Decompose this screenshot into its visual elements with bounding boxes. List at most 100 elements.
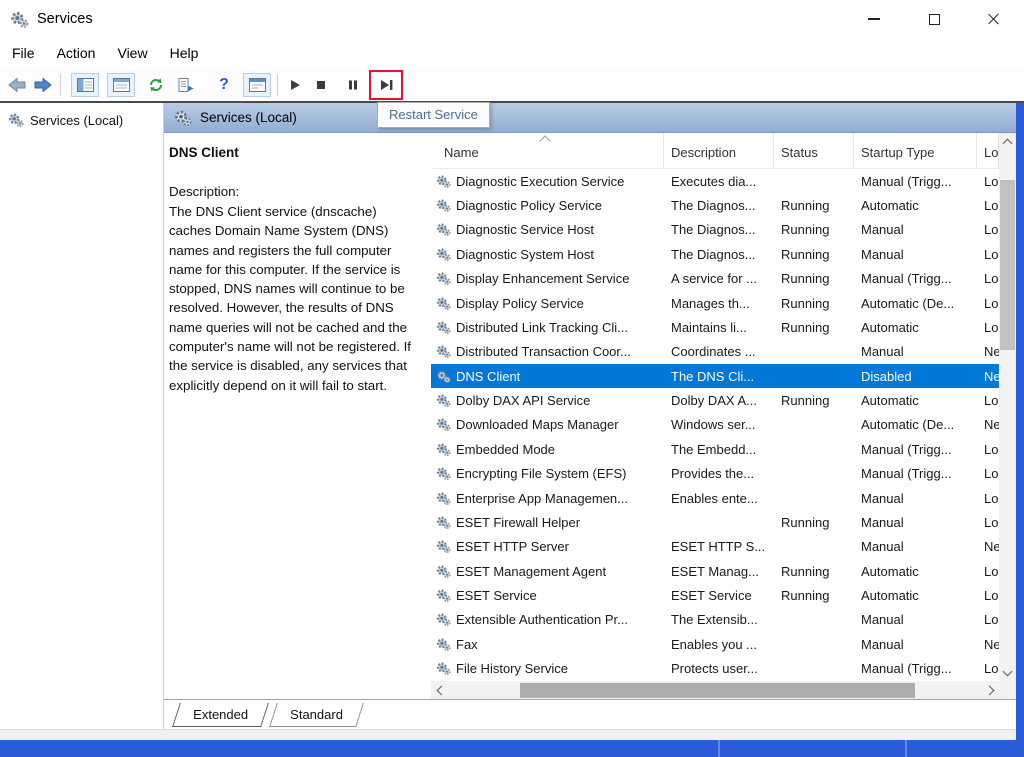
service-row[interactable]: Downloaded Maps Manager Windows ser... A… bbox=[431, 413, 999, 437]
result-pane-body: DNS Client Description: The DNS Client s… bbox=[164, 133, 1016, 699]
service-name: Embedded Mode bbox=[456, 441, 556, 457]
vertical-scroll-track[interactable] bbox=[999, 150, 1016, 664]
show-hide-console-tree-button[interactable] bbox=[71, 72, 99, 97]
service-row[interactable]: Extensible Authentication Pr... The Exte… bbox=[431, 608, 999, 632]
console-tree-icon bbox=[76, 77, 94, 92]
horizontal-scrollbar bbox=[431, 681, 999, 699]
maximize-button[interactable] bbox=[904, 0, 964, 38]
service-row[interactable]: Encrypting File System (EFS) Provides th… bbox=[431, 462, 999, 486]
service-description-cell: The Embedd... bbox=[671, 441, 757, 457]
chevron-up-icon bbox=[1002, 138, 1013, 148]
back-button[interactable] bbox=[4, 73, 30, 97]
column-header[interactable]: Startup Type bbox=[854, 133, 977, 168]
scroll-right-button[interactable] bbox=[982, 682, 999, 699]
column-header[interactable]: Description bbox=[664, 133, 774, 168]
service-description-cell: Executes dia... bbox=[671, 173, 757, 189]
service-startup-type-cell: Automatic bbox=[861, 563, 919, 579]
service-status-cell: Running bbox=[781, 246, 830, 262]
help-button[interactable]: ? bbox=[211, 73, 237, 97]
vertical-scroll-thumb[interactable] bbox=[1000, 180, 1015, 350]
close-button[interactable] bbox=[964, 0, 1024, 38]
service-logon-cell: Lo... bbox=[984, 295, 999, 311]
service-row[interactable]: Display Enhancement Service A service fo… bbox=[431, 267, 999, 291]
service-logon-cell: Lo... bbox=[984, 490, 999, 506]
service-row[interactable]: Diagnostic Execution Service Executes di… bbox=[431, 169, 999, 193]
menu-item[interactable]: View bbox=[117, 45, 147, 61]
description-label: Description: bbox=[169, 184, 240, 199]
service-logon-cell: Lo... bbox=[984, 198, 999, 214]
column-header-row: Name Description Status Startup Type Lo bbox=[431, 133, 999, 169]
selected-service-name: DNS Client bbox=[169, 145, 239, 160]
scroll-up-button[interactable] bbox=[999, 133, 1016, 150]
view-tab[interactable]: Standard bbox=[269, 702, 364, 727]
service-row[interactable]: Distributed Transaction Coor... Coordina… bbox=[431, 340, 999, 364]
stop-service-button[interactable] bbox=[308, 73, 334, 97]
service-row[interactable]: ESET Service ESET Service Running Automa… bbox=[431, 583, 999, 607]
service-status-cell: Running bbox=[781, 563, 830, 579]
service-description-cell: Enables ente... bbox=[671, 490, 758, 506]
service-row[interactable]: Embedded Mode The Embedd... Manual (Trig… bbox=[431, 437, 999, 461]
scroll-down-button[interactable] bbox=[999, 664, 1016, 681]
service-row[interactable]: Fax Enables you ... Manual Ne... bbox=[431, 632, 999, 656]
service-row[interactable]: Enterprise App Managemen... Enables ente… bbox=[431, 486, 999, 510]
service-row[interactable]: Diagnostic System Host The Diagnos... Ru… bbox=[431, 242, 999, 266]
service-startup-type-cell: Manual bbox=[861, 246, 904, 262]
menu-item[interactable]: Action bbox=[57, 45, 96, 61]
refresh-button[interactable] bbox=[143, 73, 169, 97]
tree-item-label: Services (Local) bbox=[30, 112, 124, 128]
service-status-cell: Running bbox=[781, 319, 830, 335]
toolbar-separator bbox=[60, 73, 61, 96]
tree-item-services-local[interactable]: Services (Local) bbox=[0, 103, 163, 128]
view-tab[interactable]: Extended bbox=[172, 702, 269, 727]
service-row[interactable]: ESET Firewall Helper Running Manual Lo..… bbox=[431, 510, 999, 534]
service-description-cell: Enables you ... bbox=[671, 636, 757, 652]
service-row[interactable]: ESET HTTP Server ESET HTTP S... Manual N… bbox=[431, 535, 999, 559]
service-row[interactable]: Dolby DAX API Service Dolby DAX A... Run… bbox=[431, 388, 999, 412]
horizontal-scroll-track[interactable] bbox=[448, 681, 982, 699]
horizontal-scroll-thumb[interactable] bbox=[520, 682, 915, 698]
start-service-button[interactable] bbox=[282, 73, 308, 97]
service-row[interactable]: DNS Client The DNS Cli... Disabled Ne... bbox=[431, 364, 999, 389]
service-description-cell: Maintains li... bbox=[671, 319, 747, 335]
scroll-left-button[interactable] bbox=[431, 682, 448, 699]
service-name: Fax bbox=[456, 636, 478, 652]
service-gear-icon bbox=[436, 369, 451, 384]
result-pane: Services (Local) DNS Client Description:… bbox=[164, 103, 1016, 729]
vertical-scrollbar bbox=[999, 133, 1016, 681]
menu-item[interactable]: File bbox=[12, 45, 35, 61]
service-name: DNS Client bbox=[456, 368, 521, 384]
service-description-cell: The DNS Cli... bbox=[671, 368, 755, 384]
service-startup-type-cell: Manual bbox=[861, 514, 904, 530]
service-row[interactable]: Diagnostic Policy Service The Diagnos...… bbox=[431, 193, 999, 217]
service-startup-type-cell: Automatic bbox=[861, 198, 919, 214]
service-logon-cell: Lo... bbox=[984, 246, 999, 262]
services-list: Name Description Status Startup Type Lo Diag… bbox=[431, 133, 999, 699]
service-row[interactable]: Display Policy Service Manages th... Run… bbox=[431, 291, 999, 315]
service-name: Distributed Link Tracking Cli... bbox=[456, 319, 628, 335]
service-row[interactable]: Diagnostic Service Host The Diagnos... R… bbox=[431, 218, 999, 242]
service-logon-cell: Ne... bbox=[984, 636, 999, 652]
window-controls bbox=[844, 0, 1024, 38]
service-name: ESET HTTP Server bbox=[456, 539, 569, 555]
export-list-button[interactable] bbox=[173, 73, 199, 97]
service-startup-type-cell: Automatic bbox=[861, 393, 919, 409]
service-status-cell: Running bbox=[781, 295, 830, 311]
column-header[interactable]: Status bbox=[774, 133, 854, 168]
properties-button[interactable] bbox=[243, 72, 271, 97]
forward-button[interactable] bbox=[30, 73, 56, 97]
column-header[interactable]: Lo bbox=[977, 133, 999, 168]
console-properties-button[interactable] bbox=[107, 72, 135, 97]
service-row[interactable]: ESET Management Agent ESET Manag... Runn… bbox=[431, 559, 999, 583]
pause-icon bbox=[349, 80, 357, 89]
service-logon-cell: Ne... bbox=[984, 368, 999, 384]
restart-service-button[interactable] bbox=[373, 73, 399, 97]
window-title: Services bbox=[37, 11, 93, 27]
menu-item[interactable]: Help bbox=[170, 45, 199, 61]
service-gear-icon bbox=[436, 491, 451, 506]
service-row[interactable]: Distributed Link Tracking Cli... Maintai… bbox=[431, 315, 999, 339]
service-name: Extensible Authentication Pr... bbox=[456, 612, 628, 628]
service-startup-type-cell: Automatic bbox=[861, 319, 919, 335]
minimize-button[interactable] bbox=[844, 0, 904, 38]
pause-service-button[interactable] bbox=[340, 73, 366, 97]
service-row[interactable]: File History Service Protects user... Ma… bbox=[431, 657, 999, 681]
